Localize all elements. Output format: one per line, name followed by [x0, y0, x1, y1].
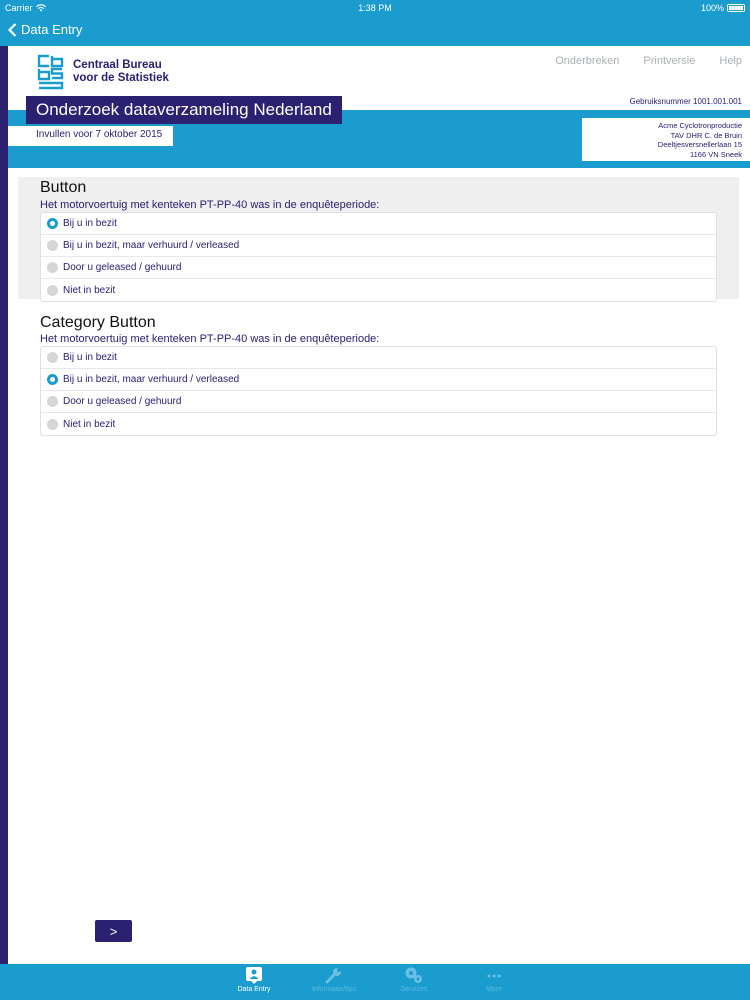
radio-option[interactable]: Bij u in bezit	[41, 213, 716, 235]
section-title: Button	[40, 179, 87, 196]
option-label: Bij u in bezit, maar verhuurd / verlease…	[63, 374, 240, 385]
radio-unselected-icon	[47, 284, 58, 296]
radio-unselected-icon	[47, 240, 58, 251]
more-icon	[487, 974, 501, 978]
back-button[interactable]: Data Entry	[8, 22, 82, 37]
radio-option[interactable]: Bij u in bezit, maar verhuurd / verlease…	[41, 369, 716, 391]
logo-line-1: Centraal Bureau	[73, 59, 162, 71]
status-bar: Carrier 1:38 PM 100%	[0, 0, 750, 16]
option-label: Niet in bezit	[63, 418, 116, 430]
radio-unselected-icon	[47, 396, 58, 407]
tab-information[interactable]: Informatie/tips	[296, 966, 372, 993]
chevron-left-icon	[8, 22, 17, 37]
battery-icon	[727, 4, 745, 12]
wrench-icon	[325, 968, 341, 984]
cbs-logo-text: Centraal Bureau voor de Statistiek	[73, 59, 169, 85]
cbs-logo-icon	[37, 54, 64, 90]
address-line-1: Acme Cyclotronproductie	[658, 121, 742, 130]
option-label: Bij u in bezit	[63, 352, 117, 363]
radio-selected-icon	[47, 218, 58, 229]
radio-unselected-icon	[47, 418, 58, 430]
radio-option[interactable]: Bij u in bezit, maar verhuurd / verlease…	[41, 235, 716, 257]
tab-services[interactable]: Services	[376, 966, 452, 993]
radio-unselected-icon	[47, 262, 58, 273]
battery-info: 100%	[701, 3, 745, 13]
radio-option[interactable]: Door u geleased / gehuurd	[41, 391, 716, 413]
tab-label: Services	[400, 986, 428, 993]
top-links: Onderbreken Printversie Help	[555, 55, 742, 67]
tab-label: Informatie/tips	[312, 986, 356, 993]
tab-bar: Data Entry Informatie/tips Services More	[0, 964, 750, 1000]
address-line-2: TAV DHR C. de Bruin	[670, 130, 742, 140]
radio-option[interactable]: Door u geleased / gehuurd	[41, 257, 716, 279]
option-label: Door u geleased / gehuurd	[63, 396, 182, 407]
gears-icon	[405, 967, 422, 983]
back-label: Data Entry	[21, 22, 83, 37]
print-version-link[interactable]: Printversie	[643, 55, 695, 67]
radio-group: Bij u in bezit Bij u in bezit, maar verh…	[40, 212, 717, 302]
left-accent-bar	[0, 46, 8, 964]
question-text: Het motorvoertuig met kenteken PT-PP-40 …	[40, 333, 380, 345]
help-link[interactable]: Help	[719, 55, 742, 67]
tab-data-entry[interactable]: Data Entry	[216, 966, 292, 993]
logo-line-2: voor de Statistiek	[73, 72, 169, 84]
section-title: Category Button	[40, 314, 156, 331]
status-time: 1:38 PM	[358, 3, 392, 13]
battery-label: 100%	[700, 3, 724, 13]
address-line-4: 1166 VN Sneek	[690, 149, 742, 159]
option-label: Bij u in bezit	[63, 218, 117, 229]
next-button[interactable]: >	[95, 920, 132, 942]
option-label: Bij u in bezit, maar verhuurd / verlease…	[63, 240, 240, 251]
radio-option[interactable]: Bij u in bezit	[41, 347, 716, 369]
survey-title: Onderzoek dataverzameling Nederland	[26, 96, 342, 124]
address-line-3: Deeltjesversnellerlaan 15	[657, 140, 742, 150]
option-label: Door u geleased / gehuurd	[63, 262, 182, 273]
interrupt-link[interactable]: Onderbreken	[555, 55, 619, 67]
radio-option[interactable]: Niet in bezit	[41, 413, 716, 435]
radio-unselected-icon	[47, 352, 58, 363]
category-radio-group: Bij u in bezit Bij u in bezit, maar verh…	[40, 346, 717, 436]
radio-selected-icon	[47, 374, 58, 385]
deadline-label: Invullen voor 7 oktober 2015	[8, 126, 173, 146]
navigation-bar: Data Entry	[0, 16, 750, 46]
cbs-logo: Centraal Bureau voor de Statistiek	[36, 54, 169, 90]
tab-label: Data Entry	[237, 986, 271, 993]
tab-more[interactable]: More	[456, 966, 532, 993]
option-label: Niet in bezit	[63, 284, 116, 296]
user-number: Gebruiksnummer 1001.001.001	[629, 97, 742, 106]
radio-option[interactable]: Niet in bezit	[41, 279, 716, 301]
question-text: Het motorvoertuig met kenteken PT-PP-40 …	[40, 199, 380, 211]
data-entry-icon	[246, 967, 262, 984]
address-block: Acme Cyclotronproductie TAV DHR C. de Br…	[582, 118, 750, 161]
tab-label: More	[486, 986, 502, 993]
